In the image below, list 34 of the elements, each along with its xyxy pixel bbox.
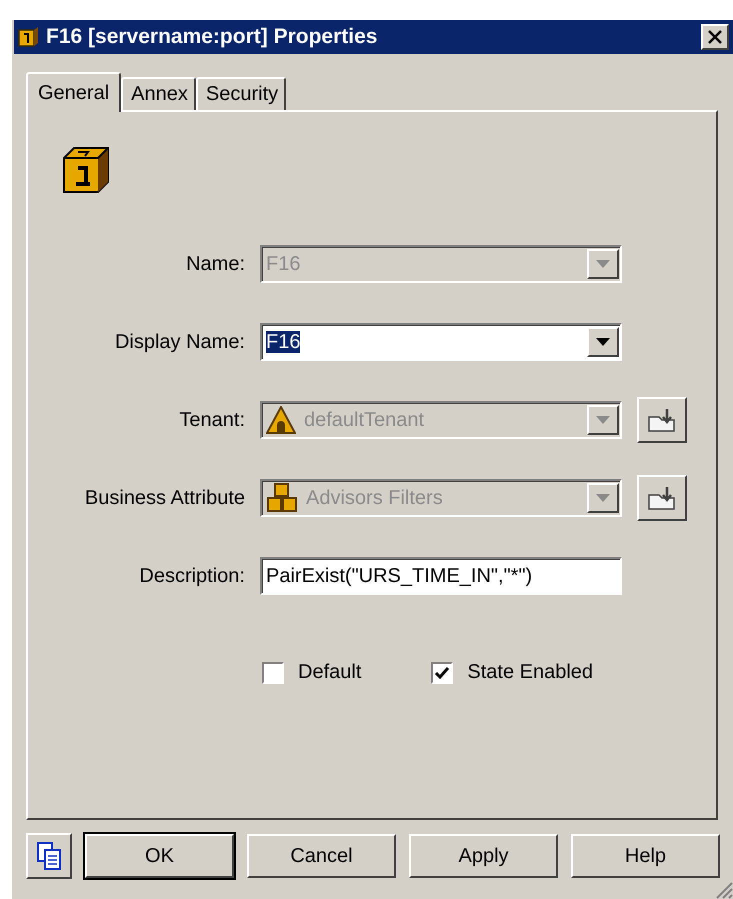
- dropdown-arrow-icon: [596, 338, 610, 346]
- field-label: Tenant:: [178, 408, 245, 432]
- check-icon: [435, 666, 450, 678]
- pages-icon: [36, 841, 62, 871]
- tab[interactable]: Security: [196, 77, 286, 110]
- checkbox-label: State Enabled: [467, 661, 594, 684]
- checkbox[interactable]: [262, 662, 284, 684]
- dialog-button[interactable]: Cancel: [247, 834, 396, 878]
- dialog-button[interactable]: OK: [85, 834, 234, 878]
- cube-icon: [18, 26, 40, 48]
- tab[interactable]: Annex: [121, 77, 196, 110]
- field-label: Name:: [185, 252, 245, 276]
- field-label: Display Name:: [114, 330, 245, 354]
- cube-icon: [60, 146, 112, 196]
- field-label: Business Attribute: [84, 486, 245, 510]
- input-field[interactable]: PairExist("URS_TIME_IN","*"): [260, 557, 622, 595]
- checkbox-label: Default: [298, 661, 362, 684]
- dropdown-arrow-icon: [596, 416, 610, 424]
- dialog-button[interactable]: Apply: [409, 834, 558, 878]
- folder-icon: [647, 485, 677, 511]
- cubes-icon: [266, 483, 298, 513]
- window-title: F16 [servername:port] Properties: [46, 25, 378, 49]
- field-label: Description:: [138, 564, 245, 588]
- dropdown-arrow-icon: [596, 494, 610, 502]
- close-button[interactable]: [701, 24, 729, 50]
- folder-icon: [647, 407, 677, 433]
- dropdown-arrow-icon: [596, 260, 610, 268]
- tab[interactable]: General: [26, 72, 122, 112]
- close-icon: [707, 30, 723, 44]
- combo-box[interactable]: F16: [260, 323, 622, 361]
- dialog-button[interactable]: Help: [571, 834, 720, 878]
- copy-button[interactable]: [26, 833, 72, 879]
- warning-triangle-icon: [266, 406, 296, 434]
- checkbox[interactable]: [431, 662, 454, 684]
